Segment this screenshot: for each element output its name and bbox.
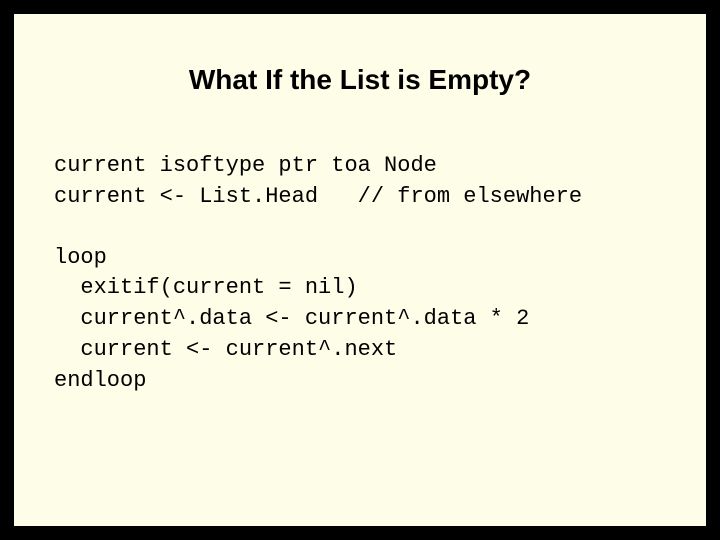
code-block-loop: loop exitif(current = nil) current^.data… (54, 243, 666, 397)
code-block-declarations: current isoftype ptr toa Node current <-… (54, 151, 666, 213)
slide-title: What If the List is Empty? (54, 64, 666, 96)
slide: What If the List is Empty? current isoft… (10, 10, 710, 530)
